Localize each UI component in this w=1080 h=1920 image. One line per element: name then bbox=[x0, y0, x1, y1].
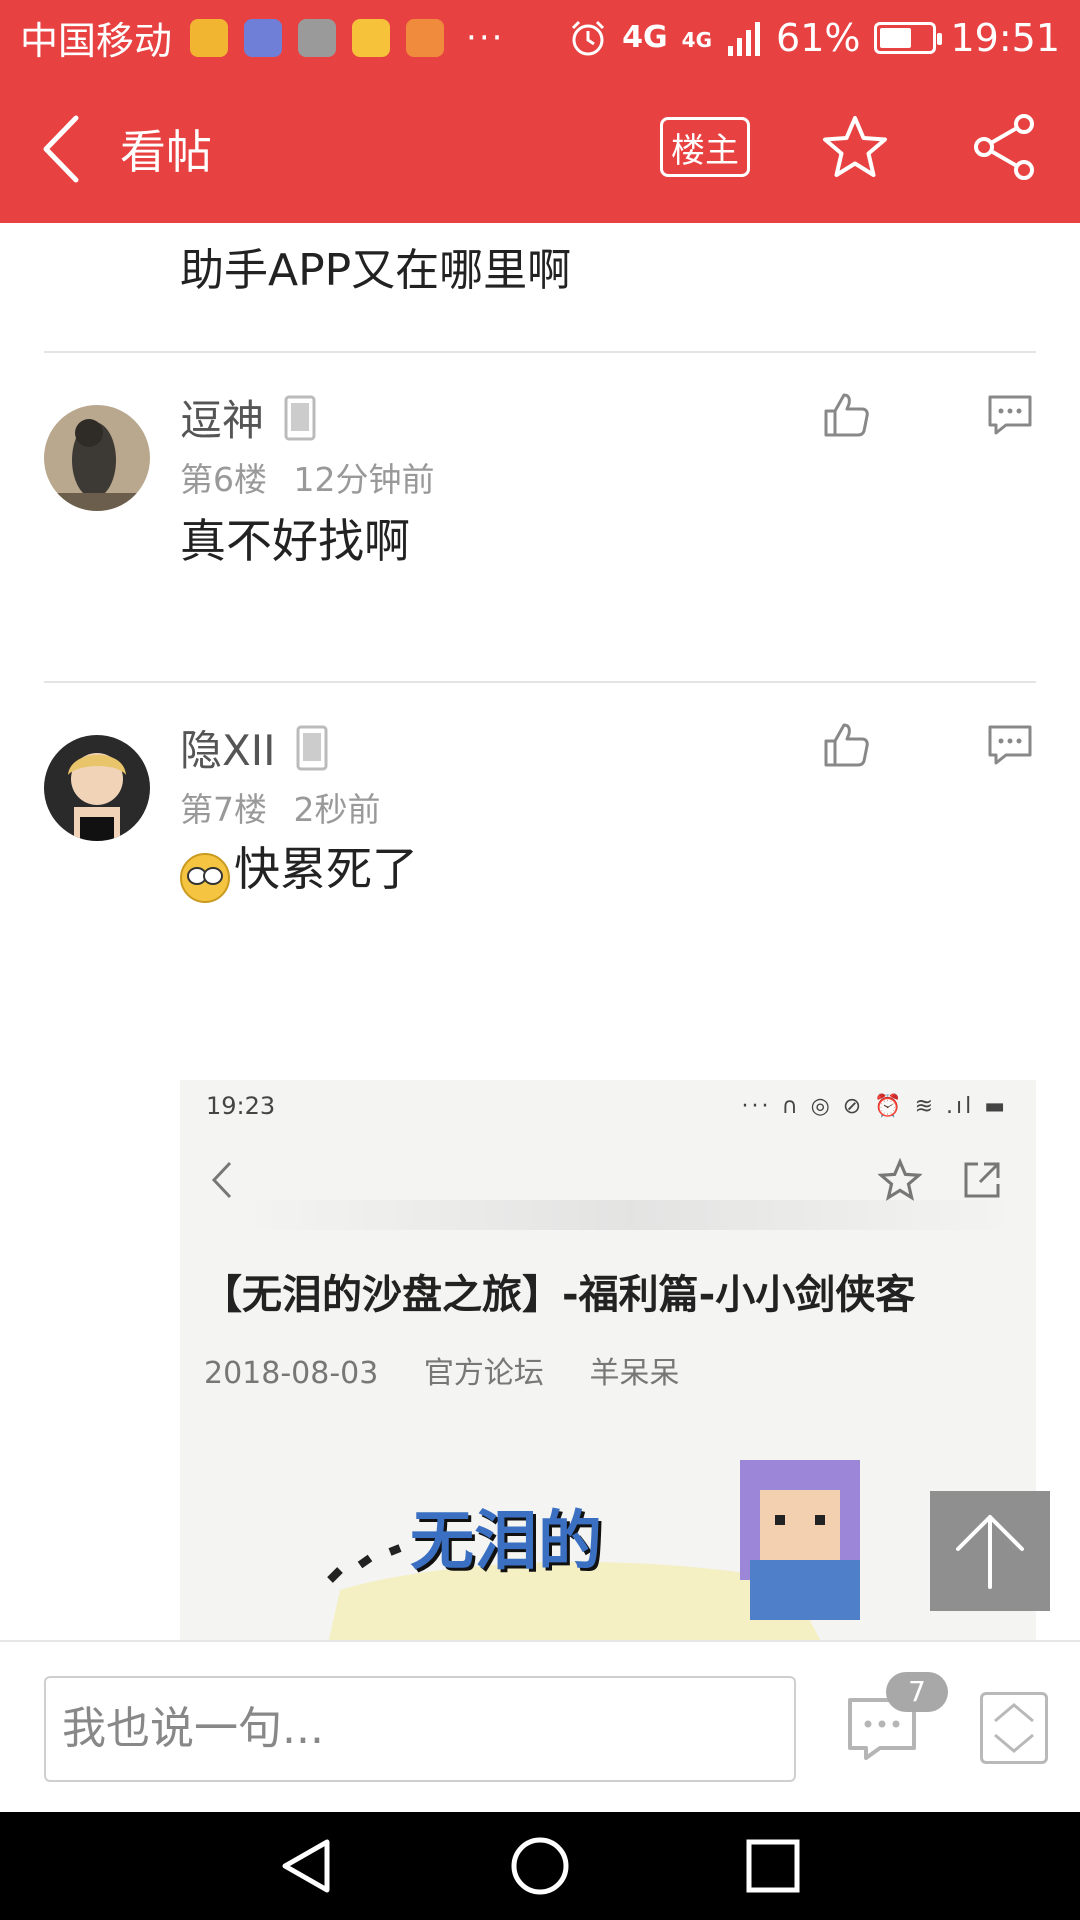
reply-button[interactable] bbox=[986, 393, 1034, 441]
battery-icon bbox=[874, 21, 943, 54]
back-arrow-icon bbox=[43, 115, 79, 183]
post-time: 12分钟前 bbox=[293, 460, 435, 499]
app-header: 看帖 楼主 bbox=[0, 75, 1080, 223]
image-article-date: 2018-08-03 bbox=[204, 1356, 379, 1391]
post-thread[interactable]: ​ 助手APP又在哪里啊 逗神 第6楼 12分钟前 bbox=[0, 223, 1080, 1640]
clock: 19:51 bbox=[950, 15, 1060, 60]
nav-back-icon[interactable] bbox=[277, 1836, 337, 1896]
image-external-link-icon bbox=[964, 1162, 1000, 1198]
video-app-icon bbox=[352, 18, 391, 57]
more-notifications-icon: ··· bbox=[466, 17, 505, 58]
post-meta: 第7楼 2秒前 bbox=[180, 783, 381, 831]
mobile-device-icon bbox=[284, 395, 316, 440]
network-type-2: 4G bbox=[681, 27, 713, 52]
avatar[interactable] bbox=[44, 735, 150, 841]
health-app-icon bbox=[244, 18, 283, 57]
post-content-text: 快累死了 bbox=[234, 842, 418, 896]
post-time: 2秒前 bbox=[293, 790, 381, 829]
post-meta: 第6楼 12分钟前 bbox=[180, 453, 435, 501]
app-notification-icon bbox=[190, 18, 229, 57]
image-status-icons: ··· ∩ ◎ ⊘ ⏰ ≋ .ıl ▬ bbox=[741, 1094, 1008, 1119]
previous-post-tail: 助手APP又在哪里啊 bbox=[180, 245, 572, 296]
image-banner-text: 无泪的 bbox=[410, 1505, 602, 1579]
gallery-app-icon bbox=[298, 18, 337, 57]
network-type-1: 4G bbox=[622, 19, 668, 55]
game-app-icon bbox=[406, 18, 445, 57]
floor-navigation-button[interactable] bbox=[980, 1692, 1048, 1764]
mobile-device-icon bbox=[296, 725, 328, 770]
chevron-up-down-icon bbox=[994, 1703, 1034, 1753]
carrier-name: 中国移动 bbox=[20, 19, 173, 63]
reply-button[interactable] bbox=[986, 723, 1034, 771]
status-bar: 中国移动 ··· 4G 4G 61% 19:51 bbox=[0, 0, 1080, 75]
previous-post-text: ​ 助手APP又在哪里啊 bbox=[180, 223, 1040, 307]
battery-percent: 61% bbox=[776, 15, 861, 60]
comment-bubble-icon bbox=[988, 725, 1032, 765]
floor-number: 第6楼 bbox=[180, 460, 267, 499]
image-article-meta: 2018-08-03 官方论坛 羊呆呆 bbox=[204, 1348, 679, 1392]
arrow-up-icon bbox=[956, 1515, 1024, 1589]
reply-bar: 我也说一句... 7 bbox=[0, 1640, 1080, 1812]
post-username[interactable]: 隐XII bbox=[180, 717, 328, 778]
like-button[interactable] bbox=[822, 721, 870, 773]
avatar[interactable] bbox=[44, 405, 150, 511]
image-article-source: 官方论坛 bbox=[423, 1356, 544, 1391]
image-article-title: 【无泪的沙盘之旅】-福利篇-小小剑侠客 bbox=[202, 1272, 916, 1318]
nav-home-icon[interactable] bbox=[510, 1836, 570, 1896]
star-icon bbox=[823, 116, 887, 177]
scroll-to-top-button[interactable] bbox=[930, 1491, 1050, 1611]
share-icon bbox=[974, 114, 1034, 180]
thumbs-up-icon bbox=[824, 723, 869, 767]
comment-bubble-icon bbox=[988, 395, 1032, 435]
post-image[interactable]: 19:23 ··· ∩ ◎ ⊘ ⏰ ≋ .ıl ▬ 【无泪的沙盘之旅】-福利篇-… bbox=[180, 1080, 1036, 1640]
image-header-mist bbox=[240, 1200, 1020, 1230]
favorite-button[interactable] bbox=[820, 112, 890, 186]
signal-icon bbox=[728, 21, 761, 56]
username-text: 隐XII bbox=[180, 726, 276, 775]
dizzy-face-emoji-icon bbox=[180, 853, 230, 903]
post-content: 快累死了 bbox=[180, 833, 418, 903]
like-button[interactable] bbox=[822, 391, 870, 443]
only-owner-button[interactable]: 楼主 bbox=[660, 117, 750, 177]
comment-input[interactable]: 我也说一句... bbox=[44, 1676, 796, 1782]
page-title: 看帖 bbox=[120, 125, 212, 179]
post-item: 逗神 第6楼 12分钟前 真不好找啊 bbox=[0, 353, 1080, 683]
share-button[interactable] bbox=[970, 112, 1040, 186]
nav-recents-icon[interactable] bbox=[743, 1836, 803, 1896]
post-username[interactable]: 逗神 bbox=[180, 387, 316, 448]
image-status-time: 19:23 bbox=[206, 1092, 276, 1120]
back-button[interactable] bbox=[10, 75, 110, 223]
thumbs-up-icon bbox=[824, 393, 869, 437]
image-star-icon bbox=[878, 1158, 922, 1201]
comment-count-badge: 7 bbox=[886, 1672, 948, 1712]
image-back-arrow-icon bbox=[211, 1161, 232, 1199]
floor-number: 第7楼 bbox=[180, 790, 267, 829]
alarm-icon bbox=[572, 20, 605, 55]
system-navigation-bar bbox=[0, 1812, 1080, 1920]
image-article-author: 羊呆呆 bbox=[589, 1356, 680, 1391]
post-content: 真不好找啊 bbox=[180, 514, 410, 568]
username-text: 逗神 bbox=[180, 396, 265, 445]
